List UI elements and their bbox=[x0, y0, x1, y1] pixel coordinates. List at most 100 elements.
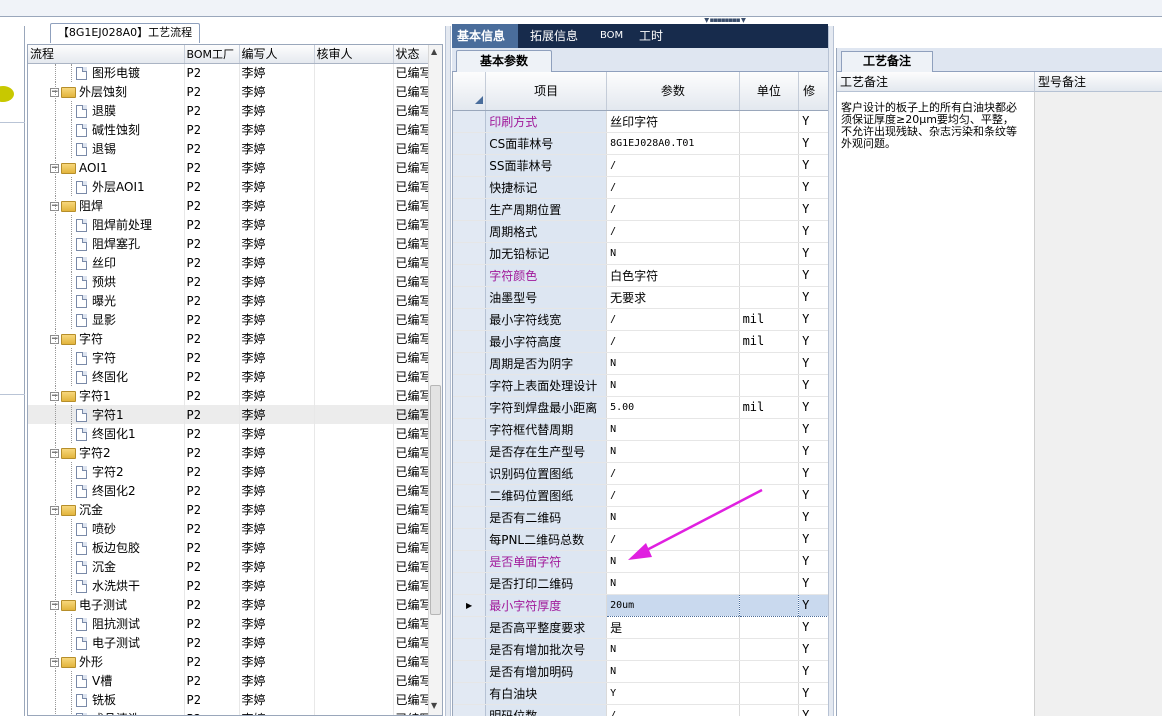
param-value-cell[interactable]: / bbox=[606, 154, 740, 177]
param-value-cell[interactable]: 20um bbox=[606, 593, 740, 617]
tree-node[interactable]: 预烘 bbox=[28, 272, 185, 291]
tree-node[interactable]: 曝光 bbox=[28, 291, 185, 310]
tree-node[interactable]: − 外形 bbox=[28, 652, 185, 671]
param-flag-cell[interactable]: Y bbox=[798, 308, 830, 331]
param-row[interactable]: 是否有增加明码 N Y bbox=[453, 660, 830, 683]
tree-row[interactable]: 终固化 P2 李婷 已编写 bbox=[28, 367, 429, 386]
tree-row[interactable]: 终固化1 P2 李婷 已编写 bbox=[28, 424, 429, 443]
param-value-cell[interactable]: N bbox=[606, 638, 740, 661]
param-value-cell[interactable]: N bbox=[606, 242, 740, 265]
tree-row[interactable]: 显影 P2 李婷 已编写 bbox=[28, 310, 429, 329]
param-value-cell[interactable]: / bbox=[606, 308, 740, 331]
tab-bom[interactable]: BOM bbox=[595, 24, 628, 48]
param-row[interactable]: 是否高平整度要求是 Y bbox=[453, 616, 830, 639]
tree-node[interactable]: 退锡 bbox=[28, 139, 185, 158]
param-row[interactable]: 是否有增加批次号 N Y bbox=[453, 638, 830, 661]
row-header[interactable] bbox=[453, 616, 487, 639]
param-row[interactable]: 最小字符高度 / mil Y bbox=[453, 330, 830, 353]
tree-row[interactable]: 预烘 P2 李婷 已编写 bbox=[28, 272, 429, 291]
param-value-cell[interactable]: N bbox=[606, 506, 740, 529]
param-flag-cell[interactable]: Y bbox=[798, 264, 830, 287]
tree-row[interactable]: 水洗烘干 P2 李婷 已编写 bbox=[28, 576, 429, 595]
param-value-cell[interactable]: 丝印字符 bbox=[606, 110, 740, 133]
col-header-item[interactable]: 项目 bbox=[485, 72, 608, 111]
param-flag-cell[interactable]: Y bbox=[798, 198, 830, 221]
model-notes-cell[interactable] bbox=[1035, 92, 1162, 716]
col-header-unit[interactable]: 单位 bbox=[739, 72, 800, 111]
param-value-cell[interactable]: / bbox=[606, 704, 740, 716]
param-flag-cell[interactable]: Y bbox=[798, 418, 830, 441]
param-flag-cell[interactable]: Y bbox=[798, 704, 830, 716]
tree-row[interactable]: 退膜 P2 李婷 已编写 bbox=[28, 101, 429, 120]
process-notes-cell[interactable]: 客户设计的板子上的所有白油块都必须保证厚度≥20μm要均匀、平整，不允许出现残缺… bbox=[837, 92, 1035, 716]
param-flag-cell[interactable]: Y bbox=[798, 352, 830, 375]
tree-node[interactable]: 外层AOI1 bbox=[28, 177, 185, 196]
row-header[interactable] bbox=[453, 220, 487, 243]
row-header[interactable] bbox=[453, 462, 487, 485]
col-header-writer[interactable]: 编写人 bbox=[239, 45, 315, 64]
row-header[interactable] bbox=[453, 132, 487, 155]
tab-work-hours[interactable]: 工时 bbox=[634, 24, 668, 48]
tree-row[interactable]: 沉金 P2 李婷 已编写 bbox=[28, 557, 429, 576]
param-row[interactable]: 加无铅标记 N Y bbox=[453, 242, 830, 265]
tree-node[interactable]: 水洗烘干 bbox=[28, 576, 185, 595]
tree-node[interactable]: 终固化2 bbox=[28, 481, 185, 500]
tree-node[interactable]: − 字符2 bbox=[28, 443, 185, 462]
param-flag-cell[interactable]: Y bbox=[798, 330, 830, 353]
param-flag-cell[interactable]: Y bbox=[798, 286, 830, 309]
tree-node[interactable]: 铣板 bbox=[28, 690, 185, 709]
tree-row[interactable]: − 字符2 P2 李婷 已编写 bbox=[28, 443, 429, 462]
row-header[interactable] bbox=[453, 374, 487, 397]
param-row[interactable]: 字符框代替周期 N Y bbox=[453, 418, 830, 441]
param-row[interactable]: 每PNL二维码总数 / Y bbox=[453, 528, 830, 551]
param-flag-cell[interactable]: Y bbox=[798, 593, 830, 617]
tree-row[interactable]: − 字符 P2 李婷 已编写 bbox=[28, 329, 429, 348]
tree-row[interactable]: 丝印 P2 李婷 已编写 bbox=[28, 253, 429, 272]
row-header[interactable] bbox=[453, 264, 487, 287]
tab-basic-info[interactable]: 基本信息 bbox=[452, 24, 518, 48]
tree-node[interactable]: 退膜 bbox=[28, 101, 185, 120]
param-value-cell[interactable]: / bbox=[606, 198, 740, 221]
tree-node[interactable]: − 字符1 bbox=[28, 386, 185, 405]
param-flag-cell[interactable]: Y bbox=[798, 484, 830, 507]
row-header[interactable] bbox=[453, 506, 487, 529]
tree-row[interactable]: 字符 P2 李婷 已编写 bbox=[28, 348, 429, 367]
tree-node[interactable]: 终固化1 bbox=[28, 424, 185, 443]
tree-row[interactable]: 成品清洗 P2李婷 已编写 bbox=[28, 709, 429, 715]
row-header[interactable] bbox=[453, 418, 487, 441]
tree-node[interactable]: V槽 bbox=[28, 671, 185, 690]
splitter-grip[interactable]: ▼ ▪▪▪▪▪▪▪▪ ▼ bbox=[704, 18, 768, 23]
row-header[interactable] bbox=[453, 154, 487, 177]
param-flag-cell[interactable]: Y bbox=[798, 374, 830, 397]
tree-row[interactable]: − 字符1 P2 李婷 已编写 bbox=[28, 386, 429, 405]
tree-node[interactable]: − 字符 bbox=[28, 329, 185, 348]
tree-row[interactable]: 电子测试 P2 李婷 已编写 bbox=[28, 633, 429, 652]
row-header[interactable] bbox=[453, 198, 487, 221]
row-header[interactable]: ▶ bbox=[453, 594, 487, 617]
tree-row[interactable]: 阻抗测试 P2 李婷 已编写 bbox=[28, 614, 429, 633]
tree-node[interactable]: 阻抗测试 bbox=[28, 614, 185, 633]
tab-process-notes[interactable]: 工艺备注 bbox=[841, 51, 933, 72]
row-header[interactable] bbox=[453, 572, 487, 595]
row-header[interactable] bbox=[453, 528, 487, 551]
tree-node[interactable]: 板边包胶 bbox=[28, 538, 185, 557]
param-row[interactable]: 是否存在生产型号 N Y bbox=[453, 440, 830, 463]
param-value-cell[interactable]: Y bbox=[606, 682, 740, 705]
param-value-cell[interactable]: / bbox=[606, 528, 740, 551]
tree-node[interactable]: 丝印 bbox=[28, 253, 185, 272]
tree-node[interactable]: 图形电镀 bbox=[28, 63, 185, 82]
param-row[interactable]: 周期是否为阴字 N Y bbox=[453, 352, 830, 375]
param-value-cell[interactable]: N bbox=[606, 374, 740, 397]
param-flag-cell[interactable]: Y bbox=[798, 660, 830, 683]
param-value-cell[interactable]: 白色字符 bbox=[606, 264, 740, 287]
col-header-flow[interactable]: 流程 bbox=[28, 45, 185, 64]
col-header-param[interactable]: 参数 bbox=[606, 72, 740, 111]
tree-row[interactable]: − 外形 P2 李婷 已编写 bbox=[28, 652, 429, 671]
tree-node[interactable]: − 外层蚀刻 bbox=[28, 82, 185, 101]
row-header[interactable] bbox=[453, 396, 487, 419]
tree-node[interactable]: − 阻焊 bbox=[28, 196, 185, 215]
param-flag-cell[interactable]: Y bbox=[798, 242, 830, 265]
param-flag-cell[interactable]: Y bbox=[798, 682, 830, 705]
tree-node[interactable]: 字符 bbox=[28, 348, 185, 367]
param-flag-cell[interactable]: Y bbox=[798, 506, 830, 529]
